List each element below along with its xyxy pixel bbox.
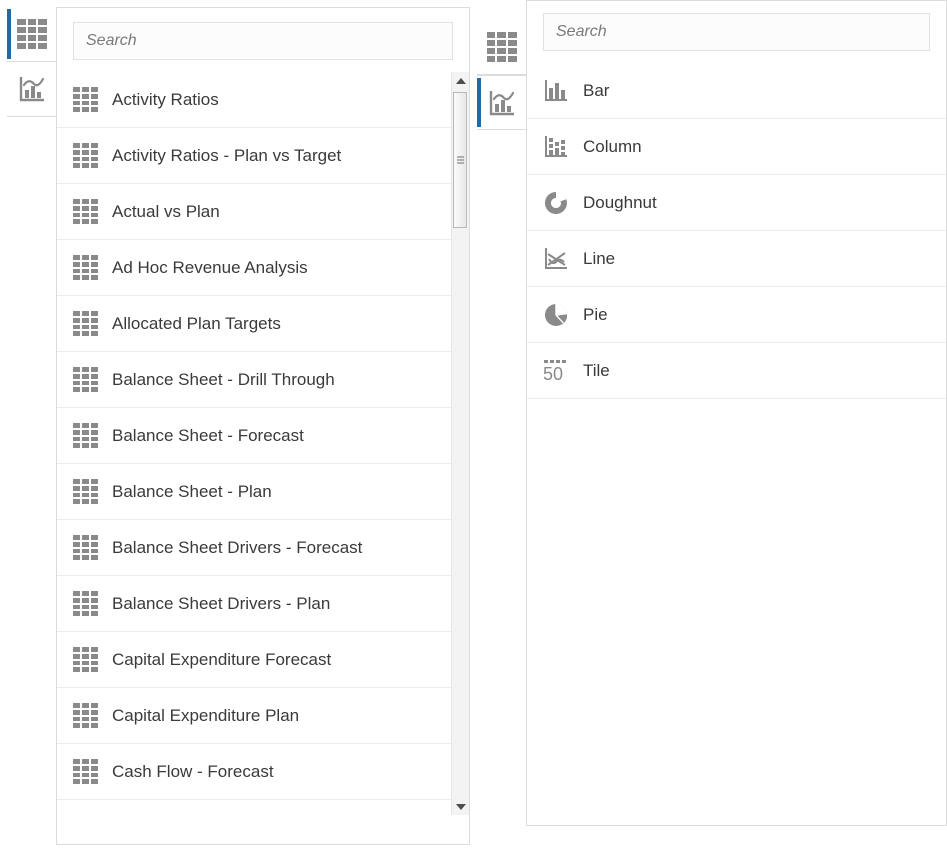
tile-value-glyph: 50 (543, 365, 563, 383)
left-tab-tables[interactable] (7, 7, 57, 62)
charts-search-input[interactable] (543, 13, 930, 51)
scrollbar-grip-icon (457, 155, 464, 166)
chart-bar-line-icon (17, 74, 47, 104)
tables-list-scrollbar[interactable] (451, 72, 469, 815)
tile-icon: 50 (543, 358, 569, 384)
list-item-label: Capital Expenditure Forecast (112, 650, 331, 670)
list-item-label: Bar (583, 81, 609, 101)
list-item[interactable]: Pie (527, 287, 946, 343)
list-item-label: Activity Ratios - Plan vs Target (112, 146, 341, 166)
list-item[interactable]: Balance Sheet Drivers - Plan (57, 576, 452, 632)
active-tab-accent (7, 9, 11, 59)
grid-table-icon (73, 423, 98, 448)
right-tab-tables[interactable] (477, 20, 527, 75)
list-item[interactable]: Doughnut (527, 175, 946, 231)
list-item[interactable]: 50 Tile (527, 343, 946, 399)
scroll-up-button[interactable] (452, 72, 469, 89)
chevron-up-icon (456, 78, 466, 84)
list-item[interactable]: Capital Expenditure Plan (57, 688, 452, 744)
tables-search-wrap (57, 8, 469, 72)
bar-chart-icon (543, 78, 569, 104)
chart-bar-line-icon (487, 88, 517, 118)
grid-table-icon (73, 199, 98, 224)
list-item-label: Actual vs Plan (112, 202, 220, 222)
grid-table-icon (73, 367, 98, 392)
list-item[interactable]: Balance Sheet - Forecast (57, 408, 452, 464)
list-item-label: Activity Ratios (112, 90, 219, 110)
scroll-down-button[interactable] (452, 798, 469, 815)
charts-list[interactable]: Bar Column Doughnut Line Pie 50 Tile (527, 63, 946, 399)
list-item[interactable]: Cash Flow - Plan (57, 800, 452, 815)
list-item-label: Balance Sheet - Forecast (112, 426, 304, 446)
list-item[interactable]: Column (527, 119, 946, 175)
list-item[interactable]: Balance Sheet - Drill Through (57, 352, 452, 408)
tables-list[interactable]: Activity Ratios Activity Ratios - Plan vs… (57, 72, 452, 815)
grid-table-icon (73, 759, 98, 784)
chevron-down-icon (456, 804, 466, 810)
list-item[interactable]: Allocated Plan Targets (57, 296, 452, 352)
charts-search-wrap (527, 1, 946, 63)
tables-search-input[interactable] (73, 22, 453, 60)
grid-table-icon (73, 479, 98, 504)
list-item[interactable]: Activity Ratios (57, 72, 452, 128)
list-item[interactable]: Activity Ratios - Plan vs Target (57, 128, 452, 184)
left-panel-tabstrip (7, 7, 57, 117)
tile-dash-row (544, 360, 566, 363)
right-tab-charts[interactable] (477, 75, 527, 130)
charts-panel-body: Bar Column Doughnut Line Pie 50 Tile (526, 0, 947, 826)
list-item-label: Doughnut (583, 193, 657, 213)
tables-panel: Activity Ratios Activity Ratios - Plan vs… (7, 7, 470, 845)
grid-table-icon (73, 703, 98, 728)
list-item[interactable]: Cash Flow - Forecast (57, 744, 452, 800)
list-item-label: Pie (583, 305, 608, 325)
list-item-label: Balance Sheet - Drill Through (112, 370, 335, 390)
list-item-label: Allocated Plan Targets (112, 314, 281, 334)
list-item-label: Ad Hoc Revenue Analysis (112, 258, 308, 278)
list-item[interactable]: Balance Sheet Drivers - Forecast (57, 520, 452, 576)
column-chart-icon (543, 134, 569, 160)
grid-table-icon (73, 647, 98, 672)
active-tab-accent (477, 78, 481, 127)
list-item-label: Cash Flow - Forecast (112, 762, 274, 782)
list-item-label: Column (583, 137, 642, 157)
list-item-label: Balance Sheet - Plan (112, 482, 272, 502)
grid-table-icon (487, 32, 517, 62)
left-tab-charts[interactable] (7, 62, 57, 117)
right-panel-tabstrip (477, 20, 527, 130)
grid-table-icon (73, 255, 98, 280)
list-item[interactable]: Capital Expenditure Forecast (57, 632, 452, 688)
list-item[interactable]: Actual vs Plan (57, 184, 452, 240)
scrollbar-thumb[interactable] (453, 92, 467, 228)
list-item-label: Balance Sheet Drivers - Plan (112, 594, 330, 614)
list-item[interactable]: Line (527, 231, 946, 287)
charts-panel: Bar Column Doughnut Line Pie 50 Tile (477, 0, 947, 826)
tables-panel-body: Activity Ratios Activity Ratios - Plan vs… (56, 7, 470, 845)
pie-chart-icon (543, 302, 569, 328)
list-item-label: Tile (583, 361, 610, 381)
chart-and-table-picker: Activity Ratios Activity Ratios - Plan vs… (0, 0, 947, 857)
doughnut-chart-icon (543, 190, 569, 216)
grid-table-icon (73, 311, 98, 336)
grid-table-icon (73, 143, 98, 168)
grid-table-icon (73, 591, 98, 616)
line-chart-icon (543, 246, 569, 272)
list-item[interactable]: Balance Sheet - Plan (57, 464, 452, 520)
list-item[interactable]: Ad Hoc Revenue Analysis (57, 240, 452, 296)
list-item[interactable]: Bar (527, 63, 946, 119)
grid-table-icon (73, 87, 98, 112)
grid-table-icon (73, 535, 98, 560)
list-item-label: Balance Sheet Drivers - Forecast (112, 538, 362, 558)
list-item-label: Capital Expenditure Plan (112, 706, 299, 726)
list-item-label: Line (583, 249, 615, 269)
grid-table-icon (17, 19, 47, 49)
